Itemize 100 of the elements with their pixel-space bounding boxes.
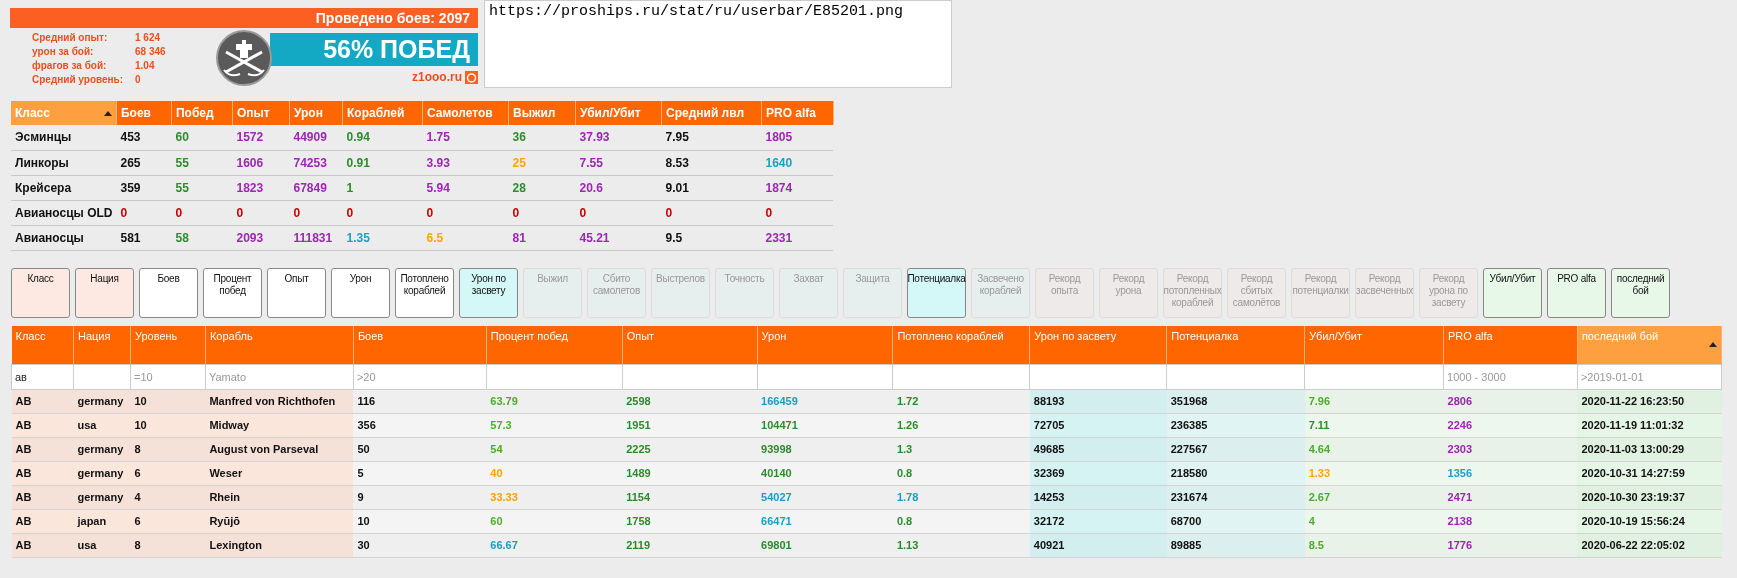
table-cell: 7.11 bbox=[1304, 413, 1444, 438]
column-toggle-button[interactable]: Урон по засвету bbox=[459, 267, 518, 318]
table-cell: 7.95 bbox=[661, 125, 762, 150]
column-header[interactable]: Опыт bbox=[232, 101, 290, 125]
column-header[interactable]: Корабль bbox=[205, 325, 354, 365]
filter-field[interactable]: Yamato bbox=[205, 365, 353, 389]
table-cell: 2806 bbox=[1443, 389, 1578, 414]
table-cell: 356 bbox=[353, 413, 487, 438]
table-cell: 40140 bbox=[757, 461, 893, 486]
column-header[interactable]: Боев bbox=[116, 101, 172, 125]
table-cell: 8.53 bbox=[661, 150, 762, 175]
column-toggle-button[interactable]: Потоплено кораблей bbox=[395, 267, 454, 318]
column-header[interactable]: Класс bbox=[11, 325, 74, 365]
table-cell: 4.64 bbox=[1304, 437, 1444, 462]
table-cell: АВ bbox=[11, 485, 74, 510]
column-header[interactable]: Нация bbox=[73, 325, 131, 365]
table-cell: 68700 bbox=[1166, 509, 1305, 534]
table-cell: 1489 bbox=[622, 461, 758, 486]
table-cell: 1.78 bbox=[892, 485, 1030, 510]
table-cell: 89885 bbox=[1166, 533, 1305, 558]
column-toggle-button[interactable]: Опыт bbox=[267, 267, 326, 318]
column-header[interactable]: последний бой bbox=[1577, 325, 1722, 365]
column-toggle-button[interactable]: Нация bbox=[75, 267, 134, 318]
sort-caret-icon bbox=[104, 110, 112, 116]
table-cell: 2471 bbox=[1443, 485, 1578, 510]
table-cell: 2598 bbox=[622, 389, 758, 414]
column-header[interactable]: Самолетов bbox=[422, 101, 509, 125]
winrate-banner: 56% ПОБЕД bbox=[270, 33, 478, 66]
column-header[interactable]: PRO alfa bbox=[1443, 325, 1578, 365]
table-cell: 2246 bbox=[1443, 413, 1578, 438]
table-cell: 6.5 bbox=[422, 225, 509, 250]
table-cell: 67849 bbox=[289, 175, 343, 200]
table-cell: 7.96 bbox=[1304, 389, 1444, 414]
column-header[interactable]: Выжил bbox=[508, 101, 576, 125]
table-cell: 0 bbox=[342, 200, 423, 225]
column-toggle-button[interactable]: Урон bbox=[331, 267, 390, 318]
column-toggle-button[interactable]: Боев bbox=[139, 267, 198, 318]
table-cell: 2.67 bbox=[1304, 485, 1444, 510]
table-cell: 45.21 bbox=[575, 225, 662, 250]
table-cell: Rhein bbox=[205, 485, 354, 510]
table-cell: 49685 bbox=[1029, 437, 1167, 462]
column-header[interactable]: Урон по засвету bbox=[1029, 325, 1167, 365]
link-field[interactable]: https://proships.ru/stat/ru/userbar/E85201.png bbox=[484, 0, 952, 88]
table-cell: 351968 bbox=[1166, 389, 1305, 414]
table-cell: 3.93 bbox=[422, 150, 509, 175]
filter-field[interactable]: 1000 - 3000 bbox=[1444, 365, 1577, 389]
column-header[interactable]: Опыт bbox=[622, 325, 758, 365]
column-toggle-button[interactable]: PRO alfa bbox=[1547, 267, 1606, 318]
table-cell: 581 bbox=[116, 225, 172, 250]
table-cell: 0.8 bbox=[892, 461, 1030, 486]
table-cell: germany bbox=[73, 437, 131, 462]
filter-field[interactable]: >20 bbox=[353, 365, 486, 389]
column-header[interactable]: Урон bbox=[289, 101, 343, 125]
column-header[interactable]: Урон bbox=[757, 325, 893, 365]
table-cell: 0.91 bbox=[342, 150, 423, 175]
table-cell: 10 bbox=[130, 389, 206, 414]
stat-value: 1 624 bbox=[135, 32, 162, 45]
column-header[interactable]: Кораблей bbox=[342, 101, 423, 125]
filter-field[interactable]: >2019-01-01 bbox=[1577, 365, 1721, 389]
table-cell: usa bbox=[73, 533, 131, 558]
column-header[interactable]: Процент побед bbox=[486, 325, 623, 365]
table-cell: 55 bbox=[171, 150, 233, 175]
column-toggle-button[interactable]: Потенциалка bbox=[907, 267, 966, 318]
column-header[interactable]: Убил/Убит bbox=[1304, 325, 1444, 365]
table-cell: 2020-11-22 16:23:50 bbox=[1577, 389, 1722, 414]
table-cell: 9.01 bbox=[661, 175, 762, 200]
table-cell: 453 bbox=[116, 125, 172, 150]
table-cell: 72705 bbox=[1029, 413, 1167, 438]
table-cell: 57.3 bbox=[486, 413, 623, 438]
table-cell: 10 bbox=[130, 413, 206, 438]
table-cell: 1951 bbox=[622, 413, 758, 438]
column-toggle-button[interactable]: последний бой bbox=[1611, 267, 1670, 318]
column-header[interactable]: PRO alfa bbox=[761, 101, 834, 125]
filter-field[interactable]: ав bbox=[12, 365, 73, 389]
column-header[interactable]: Боев bbox=[353, 325, 487, 365]
column-toggle-button[interactable]: Убил/Убит bbox=[1483, 267, 1542, 318]
table-cell: 69801 bbox=[757, 533, 893, 558]
filter-field[interactable]: =10 bbox=[130, 365, 205, 389]
column-header[interactable]: Убил/Убит bbox=[575, 101, 662, 125]
table-cell: 5.94 bbox=[422, 175, 509, 200]
table-cell: 20.6 bbox=[575, 175, 662, 200]
table-cell: 1.35 bbox=[342, 225, 423, 250]
column-header[interactable]: Уровень bbox=[130, 325, 206, 365]
table-cell: Weser bbox=[205, 461, 354, 486]
column-header[interactable]: Побед bbox=[171, 101, 233, 125]
table-cell: 1.26 bbox=[892, 413, 1030, 438]
table-cell: 4 bbox=[1304, 509, 1444, 534]
table-cell: 8.5 bbox=[1304, 533, 1444, 558]
column-toggle-button[interactable]: Класс bbox=[11, 267, 70, 318]
column-header[interactable]: Потоплено кораблей bbox=[892, 325, 1030, 365]
table-cell: 60 bbox=[171, 125, 233, 150]
table-cell: 0.8 bbox=[892, 509, 1030, 534]
table-cell: Lexington bbox=[205, 533, 354, 558]
column-header[interactable]: Потенциалка bbox=[1166, 325, 1305, 365]
table-cell: АВ bbox=[11, 461, 74, 486]
column-header[interactable]: Средний лвл bbox=[661, 101, 762, 125]
column-toggle-button[interactable]: Процент побед bbox=[203, 267, 262, 318]
column-header[interactable]: Класс bbox=[11, 101, 117, 125]
class-name-cell: Эсминцы bbox=[11, 125, 117, 150]
table-cell: 0.94 bbox=[342, 125, 423, 150]
